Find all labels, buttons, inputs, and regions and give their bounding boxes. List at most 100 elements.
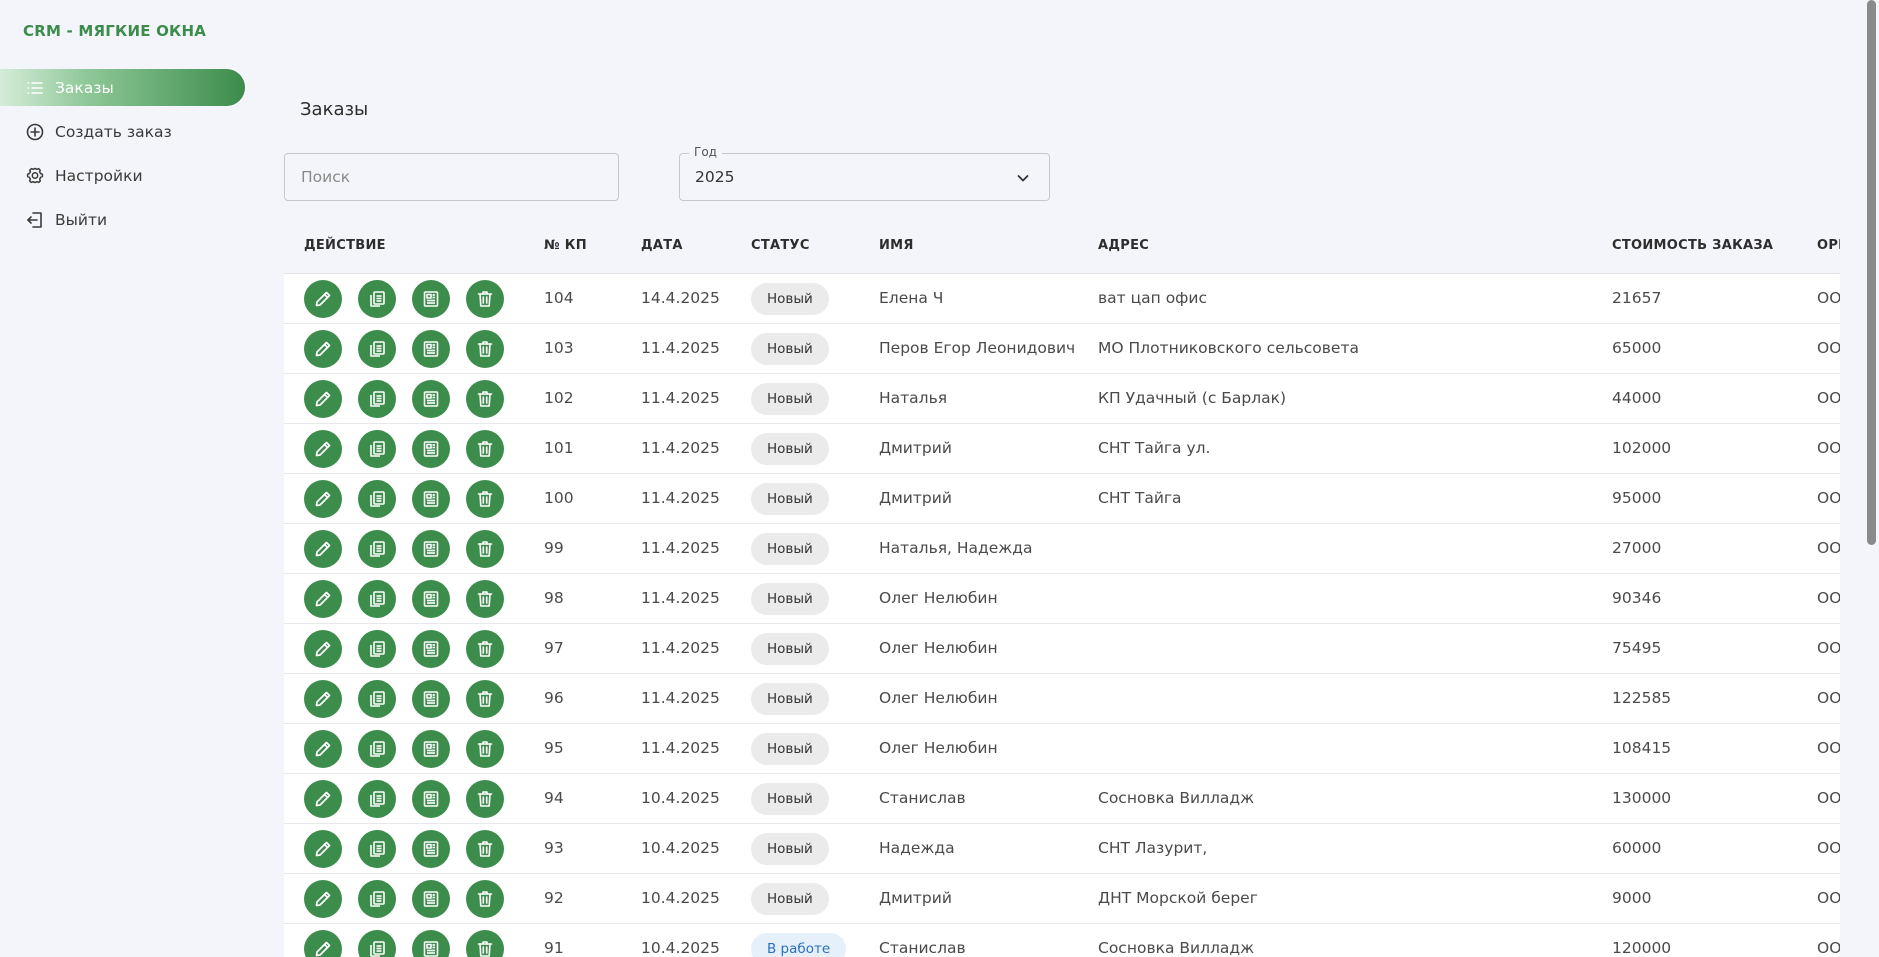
delete-button[interactable] — [466, 530, 504, 568]
sidebar-item-create-order[interactable]: Создать заказ — [0, 113, 245, 150]
delete-button[interactable] — [466, 880, 504, 918]
table-row[interactable]: 91 10.4.2025 Станислав Сосновка Вилладж 1200… — [284, 924, 1840, 957]
status-badge: Новый — [751, 333, 829, 365]
edit-button[interactable] — [304, 580, 342, 618]
edit-button[interactable] — [304, 930, 342, 957]
delete-button[interactable] — [466, 830, 504, 868]
pencil-icon — [313, 289, 333, 309]
table-row[interactable]: 101 11.4.2025 Дмитрий СНТ Тайга ул. 102000 ОО… — [284, 424, 1840, 474]
edit-button[interactable] — [304, 630, 342, 668]
copy-button[interactable] — [358, 530, 396, 568]
search-input[interactable] — [284, 153, 619, 201]
trash-icon — [475, 939, 495, 957]
edit-button[interactable] — [304, 380, 342, 418]
delete-button[interactable] — [466, 430, 504, 468]
copy-button[interactable] — [358, 480, 396, 518]
edit-button[interactable] — [304, 780, 342, 818]
cell-name: Дмитрий — [879, 489, 952, 507]
header-address[interactable]: АДРЕС — [1098, 238, 1149, 253]
header-org[interactable]: ОРГ — [1817, 238, 1840, 253]
document-button[interactable] — [412, 580, 450, 618]
edit-button[interactable] — [304, 880, 342, 918]
document-button[interactable] — [412, 280, 450, 318]
delete-button[interactable] — [466, 780, 504, 818]
document-button[interactable] — [412, 930, 450, 957]
copy-button[interactable] — [358, 380, 396, 418]
sidebar-item-settings[interactable]: Настройки — [0, 157, 245, 194]
delete-button[interactable] — [466, 630, 504, 668]
table-row[interactable]: 98 11.4.2025 Олег Нелюбин 90346 ОО Новый — [284, 574, 1840, 624]
document-button[interactable] — [412, 630, 450, 668]
edit-button[interactable] — [304, 530, 342, 568]
document-button[interactable] — [412, 730, 450, 768]
cell-date: 11.4.2025 — [641, 589, 720, 607]
delete-button[interactable] — [466, 580, 504, 618]
page-scrollbar[interactable] — [1862, 0, 1879, 957]
table-row[interactable]: 104 14.4.2025 Елена Ч ват цап офис 21657 ОО Но… — [284, 274, 1840, 324]
year-select[interactable]: Год 2025 — [679, 145, 1050, 201]
table-row[interactable]: 102 11.4.2025 Наталья КП Удачный (с Барлак)… — [284, 374, 1840, 424]
header-date[interactable]: ДАТА — [641, 238, 683, 253]
status-badge: Новый — [751, 583, 829, 615]
document-button[interactable] — [412, 380, 450, 418]
copy-icon — [367, 939, 387, 957]
scrollbar-thumb[interactable] — [1867, 0, 1876, 545]
copy-button[interactable] — [358, 930, 396, 957]
document-button[interactable] — [412, 530, 450, 568]
copy-button[interactable] — [358, 730, 396, 768]
cell-cost: 44000 — [1612, 389, 1662, 407]
table-row[interactable]: 94 10.4.2025 Станислав Сосновка Вилладж 1300… — [284, 774, 1840, 824]
sidebar-item-logout[interactable]: Выйти — [0, 201, 245, 238]
copy-button[interactable] — [358, 830, 396, 868]
document-button[interactable] — [412, 330, 450, 368]
document-button[interactable] — [412, 780, 450, 818]
pencil-icon — [313, 389, 333, 409]
delete-button[interactable] — [466, 680, 504, 718]
edit-button[interactable] — [304, 680, 342, 718]
cell-cost: 90346 — [1612, 589, 1662, 607]
edit-button[interactable] — [304, 830, 342, 868]
document-button[interactable] — [412, 480, 450, 518]
header-cost[interactable]: СТОИМОСТЬ ЗАКАЗА — [1612, 238, 1773, 253]
pencil-icon — [313, 689, 333, 709]
table-row[interactable]: 100 11.4.2025 Дмитрий СНТ Тайга 95000 ОО Новый — [284, 474, 1840, 524]
copy-button[interactable] — [358, 280, 396, 318]
copy-button[interactable] — [358, 580, 396, 618]
document-icon — [421, 839, 441, 859]
table-row[interactable]: 99 11.4.2025 Наталья, Надежда 27000 ОО Новый — [284, 524, 1840, 574]
pencil-icon — [313, 589, 333, 609]
table-row[interactable]: 97 11.4.2025 Олег Нелюбин 75495 ОО Новый — [284, 624, 1840, 674]
edit-button[interactable] — [304, 280, 342, 318]
table-row[interactable]: 96 11.4.2025 Олег Нелюбин 122585 ОО Новый — [284, 674, 1840, 724]
document-button[interactable] — [412, 680, 450, 718]
delete-button[interactable] — [466, 730, 504, 768]
table-row[interactable]: 92 10.4.2025 Дмитрий ДНТ Морской берег 9000 О… — [284, 874, 1840, 924]
document-button[interactable] — [412, 880, 450, 918]
header-status[interactable]: СТАТУС — [751, 238, 810, 253]
table-row[interactable]: 103 11.4.2025 Перов Егор Леонидович МО Плот… — [284, 324, 1840, 374]
copy-button[interactable] — [358, 680, 396, 718]
edit-button[interactable] — [304, 480, 342, 518]
document-button[interactable] — [412, 830, 450, 868]
copy-button[interactable] — [358, 430, 396, 468]
header-kp[interactable]: № КП — [544, 238, 587, 253]
header-name[interactable]: ИМЯ — [879, 238, 914, 253]
copy-button[interactable] — [358, 780, 396, 818]
table-row[interactable]: 93 10.4.2025 Надежда СНТ Лазурит, 60000 ОО Нов… — [284, 824, 1840, 874]
sidebar-item-orders[interactable]: Заказы — [0, 69, 245, 106]
edit-button[interactable] — [304, 330, 342, 368]
delete-button[interactable] — [466, 380, 504, 418]
delete-button[interactable] — [466, 930, 504, 957]
document-button[interactable] — [412, 430, 450, 468]
copy-button[interactable] — [358, 880, 396, 918]
edit-button[interactable] — [304, 730, 342, 768]
edit-button[interactable] — [304, 430, 342, 468]
cell-kp: 92 — [544, 889, 564, 907]
table-row[interactable]: 95 11.4.2025 Олег Нелюбин 108415 ОО Новый — [284, 724, 1840, 774]
pencil-icon — [313, 839, 333, 859]
delete-button[interactable] — [466, 280, 504, 318]
copy-button[interactable] — [358, 630, 396, 668]
delete-button[interactable] — [466, 330, 504, 368]
copy-button[interactable] — [358, 330, 396, 368]
delete-button[interactable] — [466, 480, 504, 518]
